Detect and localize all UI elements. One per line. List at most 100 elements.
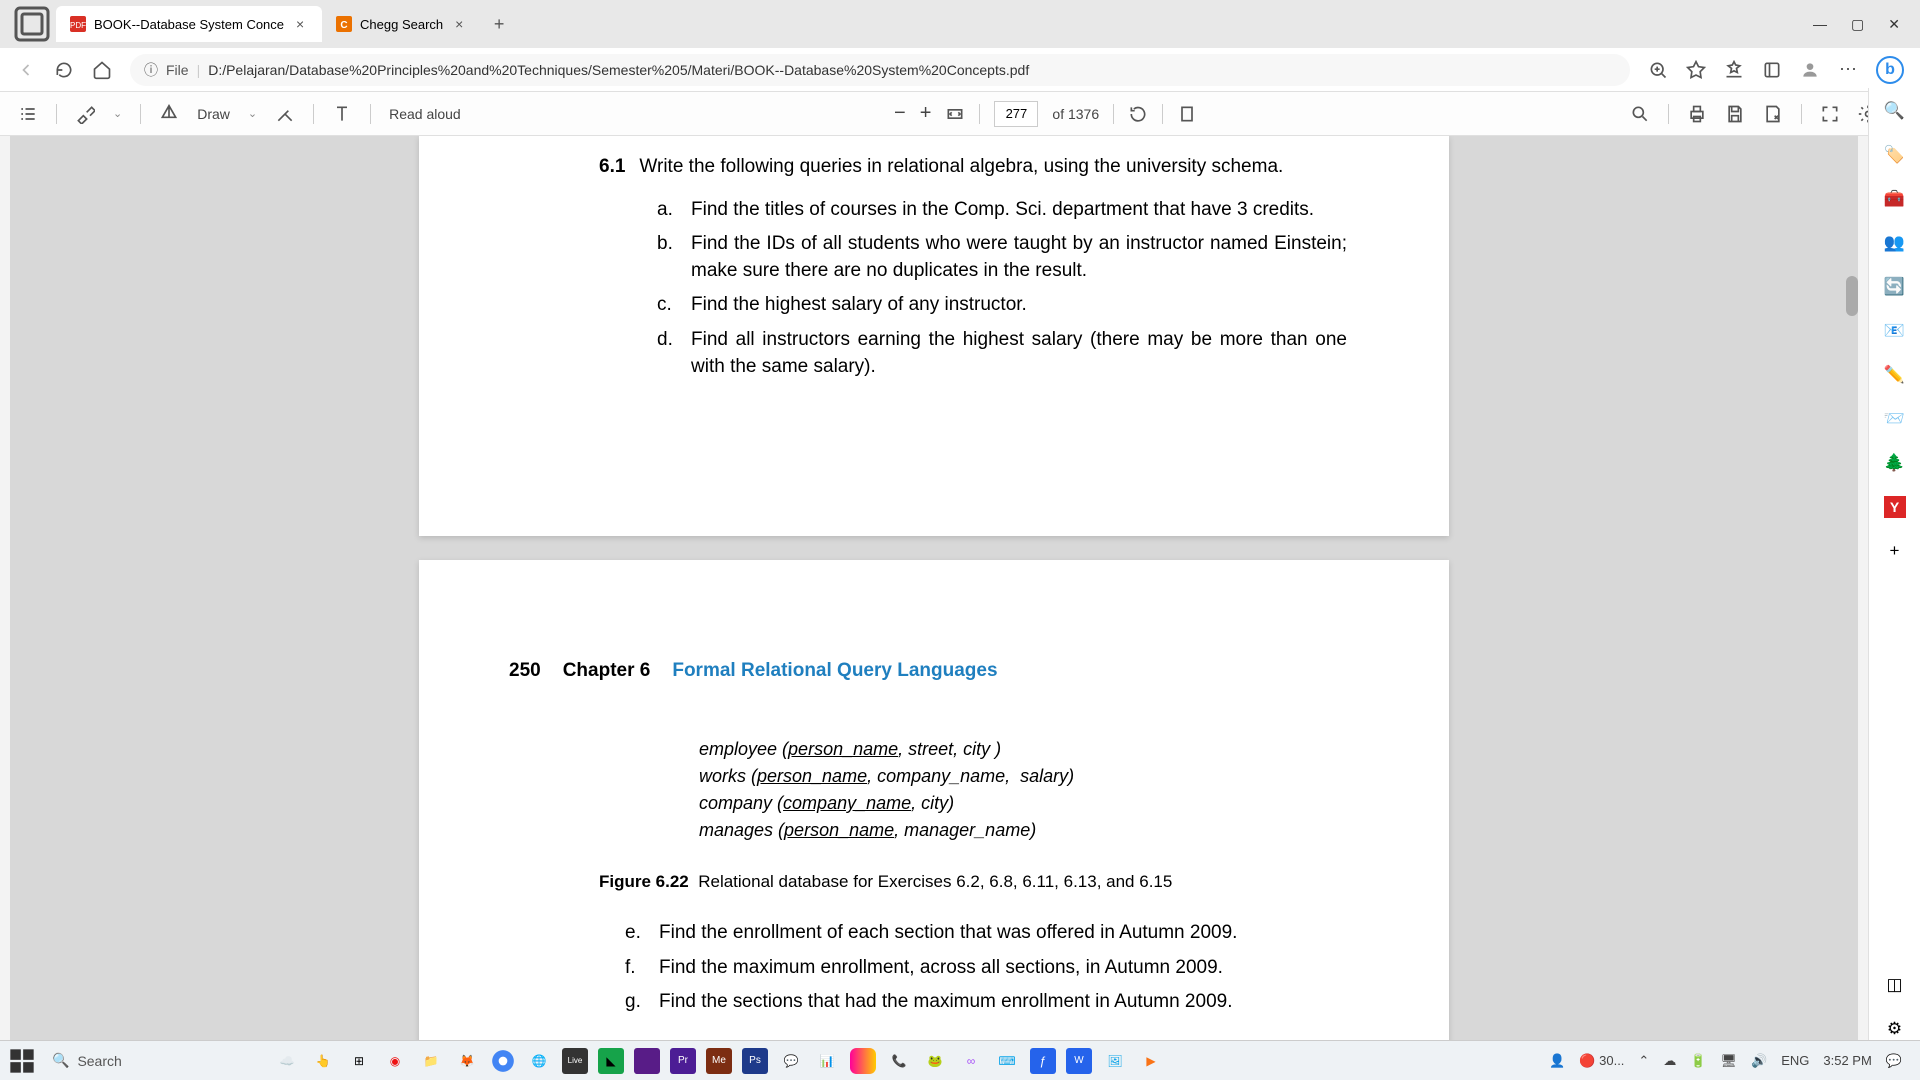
svg-text:PDF: PDF [70,21,86,30]
notifications-icon[interactable]: 💬 [1886,1053,1902,1069]
home-icon[interactable] [92,60,112,80]
zoom-in-icon[interactable]: + [920,102,932,125]
battery-icon[interactable]: 🔋 [1690,1053,1706,1069]
fullscreen-icon[interactable] [1820,104,1840,124]
lang-indicator[interactable]: ENG [1781,1053,1809,1068]
zoom-icon[interactable] [1648,60,1668,80]
app-icon[interactable]: ☁️ [274,1048,300,1074]
send-icon[interactable]: 📨 [1884,408,1906,430]
app-icon[interactable] [850,1048,876,1074]
chegg-icon: C [336,16,352,32]
start-button[interactable] [8,1047,36,1075]
erase-icon[interactable] [275,104,295,124]
refresh-icon[interactable] [54,60,74,80]
toolbox-icon[interactable]: 🧰 [1884,188,1906,210]
chapter-label: Chapter 6 [563,660,651,682]
tree-icon[interactable]: 🌲 [1884,452,1906,474]
display-icon[interactable]: 🖥 [1721,1053,1738,1069]
back-icon[interactable] [16,60,36,80]
app-icon[interactable]: ◉ [382,1048,408,1074]
profile-icon[interactable] [1800,60,1820,80]
favorite-icon[interactable] [1686,60,1706,80]
refresh-color-icon[interactable]: 🔄 [1884,276,1906,298]
app-icon[interactable]: ▶ [1138,1048,1164,1074]
info-icon[interactable]: ⓘ [144,60,158,80]
app-icon[interactable]: 👆 [310,1048,336,1074]
app-icon[interactable]: 🖼 [1102,1048,1128,1074]
app-icon[interactable]: Pr [670,1048,696,1074]
tab-chegg[interactable]: C Chegg Search × [322,6,481,42]
favorites-bar-icon[interactable] [1724,60,1744,80]
tag-icon[interactable]: 🏷️ [1884,144,1906,166]
app-icon[interactable]: 🐸 [922,1048,948,1074]
app-icon[interactable]: Me [706,1048,732,1074]
app-icon[interactable]: Live [562,1048,588,1074]
volume-icon[interactable]: 🔊 [1751,1053,1767,1069]
taskbar-search[interactable]: 🔍 Search [40,1052,270,1069]
new-tab-button[interactable]: + [485,10,513,38]
close-icon[interactable]: × [451,16,467,32]
weather-tray[interactable]: 🔴 30... [1579,1053,1624,1069]
document-viewport: 6.1 Write the following queries in relat… [10,136,1858,1040]
svg-text:C: C [340,20,347,31]
search-icon[interactable]: 🔍 [1884,100,1906,122]
app-icon[interactable]: 🦊 [454,1048,480,1074]
app-icon[interactable]: 📊 [814,1048,840,1074]
y-icon[interactable]: Y [1884,496,1906,518]
tab-actions-icon[interactable] [8,0,56,48]
app-icon[interactable]: 📁 [418,1048,444,1074]
app-icon[interactable]: ƒ [1030,1048,1056,1074]
app-icon[interactable]: ∞ [958,1048,984,1074]
app-icon[interactable]: ⊞ [346,1048,372,1074]
close-window-icon[interactable]: ✕ [1888,16,1900,33]
chevron-up-icon[interactable]: ⌃ [1638,1053,1649,1069]
panel-icon[interactable]: ◫ [1884,974,1906,996]
edit-icon[interactable]: ✏️ [1884,364,1906,386]
more-icon[interactable]: ⋯ [1838,60,1858,80]
app-icon[interactable]: Ps [742,1048,768,1074]
contents-icon[interactable] [18,104,38,124]
outlook-icon[interactable]: 📧 [1884,320,1906,342]
app-icon[interactable]: W [1066,1048,1092,1074]
find-icon[interactable] [1630,104,1650,124]
draw-icon[interactable] [159,104,179,124]
figure-caption: Figure 6.22 Relational database for Exer… [599,872,1369,892]
scrollbar-thumb[interactable] [1846,276,1858,316]
draw-label[interactable]: Draw [197,106,230,122]
people-icon[interactable]: 👥 [1884,232,1906,254]
app-icon[interactable]: ◣ [598,1048,624,1074]
app-icon[interactable]: 🌐 [526,1048,552,1074]
protocol-label: File [166,62,189,78]
gear-icon[interactable]: ⚙ [1884,1018,1906,1040]
highlight-icon[interactable] [75,104,95,124]
read-aloud-label[interactable]: Read aloud [389,106,461,122]
pdf-page-2: 250 Chapter 6 Formal Relational Query La… [419,560,1449,1040]
page-view-icon[interactable] [1177,104,1197,124]
address-bar[interactable]: ⓘ File | D:/Pelajaran/Database%20Princip… [130,54,1630,86]
zoom-out-icon[interactable]: − [894,102,906,125]
print-icon[interactable] [1687,104,1707,124]
rotate-icon[interactable] [1128,104,1148,124]
add-icon[interactable]: + [1884,540,1906,562]
maximize-icon[interactable]: ▢ [1851,16,1864,33]
onedrive-icon[interactable]: ☁ [1663,1053,1676,1069]
close-icon[interactable]: × [292,16,308,32]
bing-icon[interactable]: b [1876,56,1904,84]
app-icon[interactable]: 📞 [886,1048,912,1074]
question-number: 6.1 [599,154,625,181]
app-icon[interactable]: 💬 [778,1048,804,1074]
app-icon[interactable] [490,1048,516,1074]
text-icon[interactable] [332,104,352,124]
collections-icon[interactable] [1762,60,1782,80]
people-tray-icon[interactable]: 👤 [1549,1053,1565,1069]
taskbar-apps: ☁️ 👆 ⊞ ◉ 📁 🦊 🌐 Live ◣ Pr Me Ps 💬 📊 📞 🐸 ∞… [274,1048,1164,1074]
app-icon[interactable] [634,1048,660,1074]
minimize-icon[interactable]: — [1813,16,1827,33]
app-icon[interactable]: ⌨ [994,1048,1020,1074]
page-input[interactable] [994,101,1038,127]
tab-pdf[interactable]: PDF BOOK--Database System Conce × [56,6,322,42]
fit-icon[interactable] [945,104,965,124]
clock[interactable]: 3:52 PM [1823,1053,1871,1068]
save-as-icon[interactable] [1763,104,1783,124]
save-icon[interactable] [1725,104,1745,124]
